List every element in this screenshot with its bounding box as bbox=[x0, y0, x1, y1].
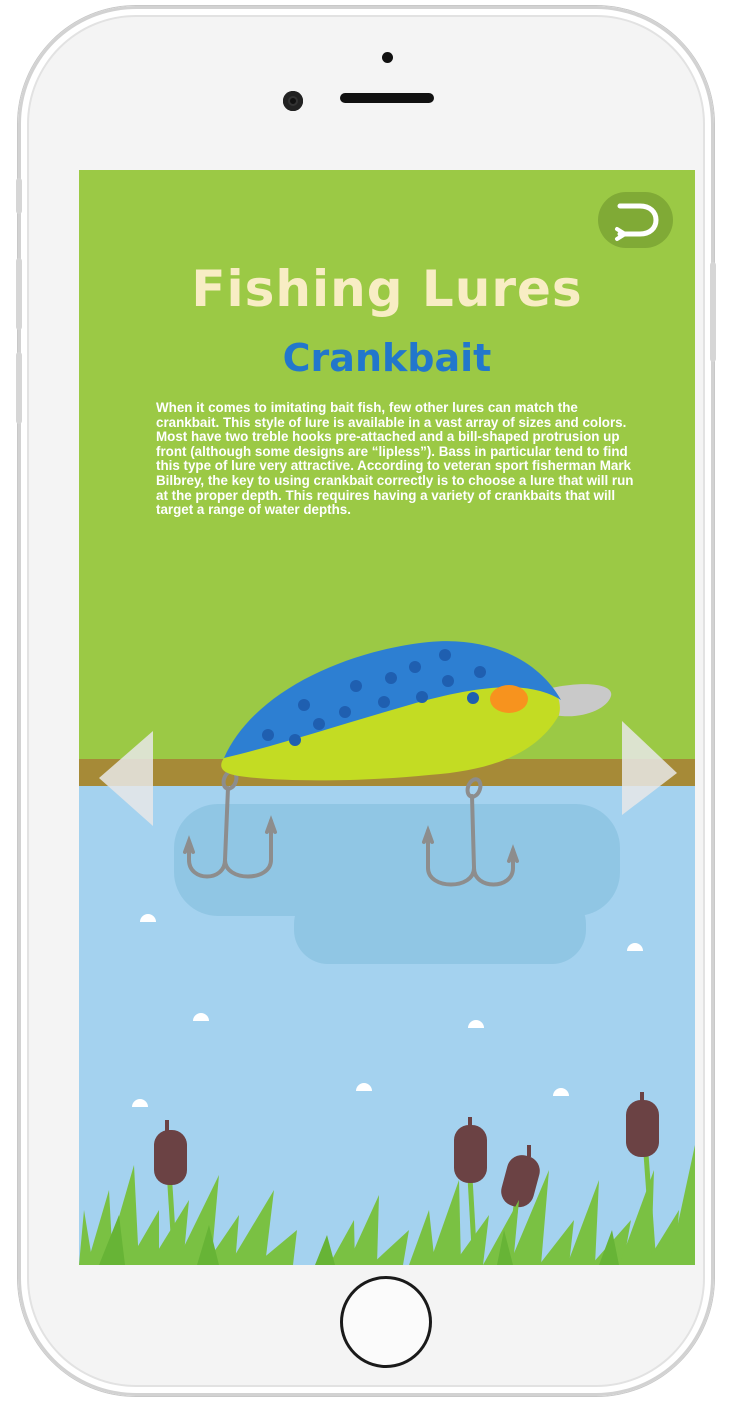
home-button[interactable] bbox=[340, 1276, 432, 1368]
page-subtitle: Crankbait bbox=[282, 336, 492, 380]
mute-switch bbox=[16, 178, 22, 214]
next-arrow-icon[interactable] bbox=[622, 721, 677, 815]
volume-up-button bbox=[16, 258, 22, 330]
phone-frame: Fishing Lures Crankbait When it comes to… bbox=[18, 6, 714, 1396]
page-title: Fishing Lures bbox=[191, 260, 583, 318]
back-button[interactable] bbox=[598, 192, 673, 248]
power-button bbox=[710, 262, 716, 362]
return-arrow-icon bbox=[615, 203, 659, 241]
prev-arrow-icon[interactable] bbox=[99, 731, 153, 826]
volume-down-button bbox=[16, 352, 22, 424]
front-camera-icon bbox=[283, 91, 303, 111]
earpiece-speaker bbox=[340, 93, 434, 103]
proximity-sensor bbox=[382, 52, 393, 63]
lure-description: When it comes to imitating bait fish, fe… bbox=[156, 400, 634, 518]
lure-bill bbox=[551, 684, 612, 717]
scene-illustration bbox=[79, 641, 695, 1265]
lure-reflection-lower bbox=[294, 890, 586, 964]
app-screen: Fishing Lures Crankbait When it comes to… bbox=[79, 170, 695, 1265]
lure-eye bbox=[490, 685, 528, 713]
